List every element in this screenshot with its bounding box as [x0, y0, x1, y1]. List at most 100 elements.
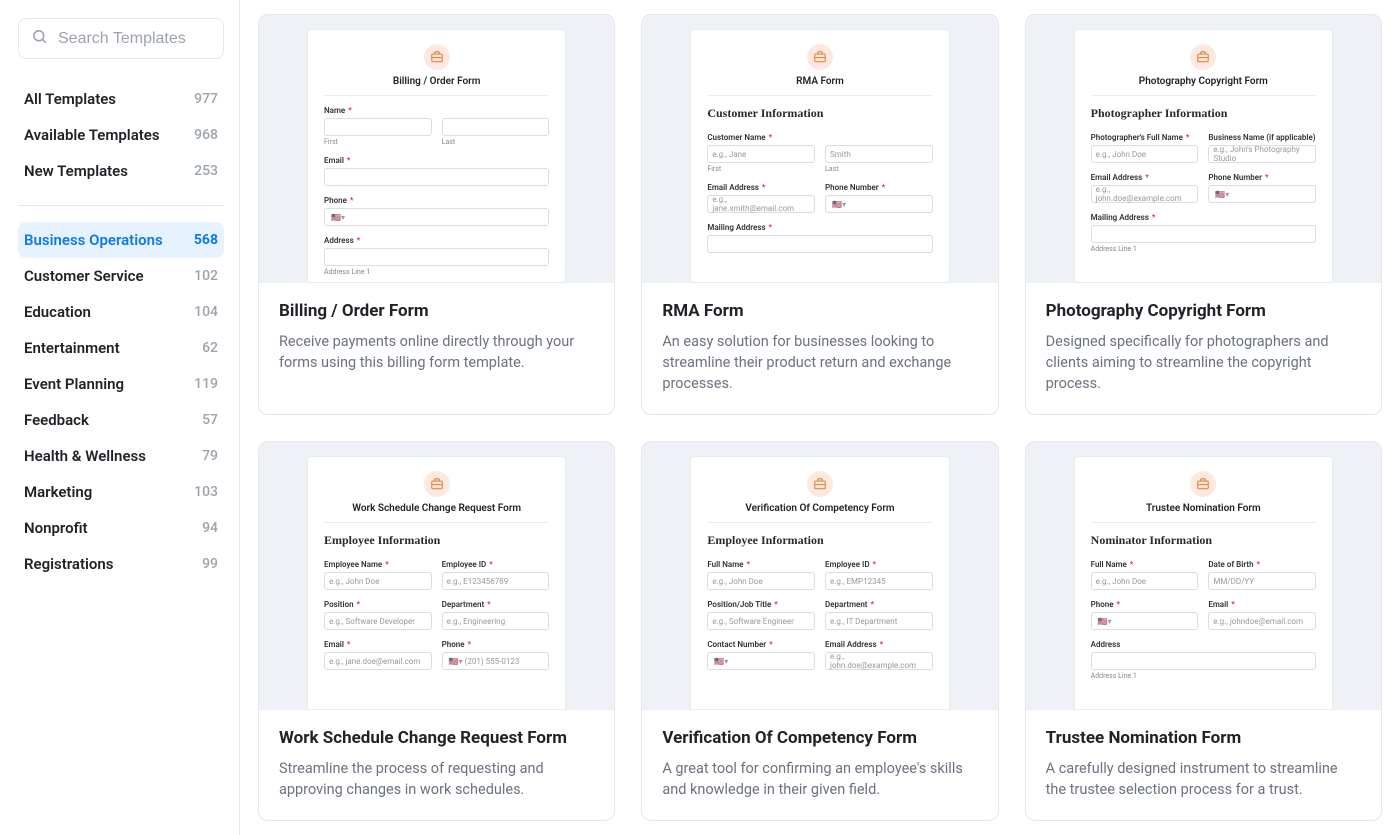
- card-meta: RMA Form An easy solution for businesses …: [642, 283, 997, 414]
- card-description: An easy solution for businesses looking …: [662, 331, 977, 394]
- briefcase-icon: [424, 471, 450, 497]
- briefcase-icon: [1190, 471, 1216, 497]
- card-meta: Verification Of Competency Form A great t…: [642, 710, 997, 820]
- category-label: Nonprofit: [24, 519, 88, 537]
- filter-item[interactable]: Available Templates 968: [18, 117, 224, 153]
- search-input[interactable]: [58, 30, 211, 48]
- preview-section: Photographer Information: [1091, 106, 1316, 121]
- category-count: 99: [202, 556, 218, 572]
- filter-label: Available Templates: [24, 126, 160, 144]
- preview-title: Verification Of Competency Form: [707, 503, 932, 514]
- card-description: A carefully designed instrument to strea…: [1046, 758, 1361, 800]
- template-card[interactable]: Verification Of Competency Form Employee …: [641, 441, 998, 821]
- main-content: Billing / Order FormName *First LastEmai…: [240, 0, 1400, 835]
- card-description: Streamline the process of requesting and…: [279, 758, 594, 800]
- category-item[interactable]: Event Planning 119: [18, 366, 224, 402]
- category-item[interactable]: Health & Wellness 79: [18, 438, 224, 474]
- category-count: 62: [202, 340, 218, 356]
- card-title: Work Schedule Change Request Form: [279, 728, 594, 748]
- form-preview: Billing / Order FormName *First LastEmai…: [307, 29, 566, 283]
- form-preview: Trustee Nomination Form Nominator Informa…: [1074, 456, 1333, 710]
- category-label: Marketing: [24, 483, 92, 501]
- card-description: A great tool for confirming an employee'…: [662, 758, 977, 800]
- card-title: Trustee Nomination Form: [1046, 728, 1361, 748]
- briefcase-icon: [807, 44, 833, 70]
- template-card[interactable]: RMA FormCustomer InformationCustomer Nam…: [641, 14, 998, 415]
- card-meta: Photography Copyright Form Designed speci…: [1026, 283, 1381, 414]
- briefcase-icon: [424, 44, 450, 70]
- category-count: 119: [194, 376, 218, 392]
- category-item[interactable]: Education 104: [18, 294, 224, 330]
- category-label: Business Operations: [24, 231, 163, 249]
- preview-section: Employee Information: [324, 533, 549, 548]
- search-box[interactable]: [18, 18, 224, 59]
- category-label: Feedback: [24, 411, 89, 429]
- form-preview: Work Schedule Change Request Form Employe…: [307, 456, 566, 710]
- template-card[interactable]: Photography Copyright Form Photographer I…: [1025, 14, 1382, 415]
- card-meta: Billing / Order Form Receive payments onl…: [259, 283, 614, 393]
- sidebar: All Templates 977 Available Templates 968 Ne…: [0, 0, 240, 835]
- template-thumbnail: Billing / Order FormName *First LastEmai…: [259, 15, 614, 283]
- preview-title: Billing / Order Form: [324, 76, 549, 87]
- category-count: 94: [202, 520, 218, 536]
- card-title: Photography Copyright Form: [1046, 301, 1361, 321]
- category-item[interactable]: Feedback 57: [18, 402, 224, 438]
- category-count: 568: [194, 232, 218, 248]
- template-card[interactable]: Billing / Order FormName *First LastEmai…: [258, 14, 615, 415]
- card-title: Billing / Order Form: [279, 301, 594, 321]
- preview-title: Work Schedule Change Request Form: [324, 503, 549, 514]
- template-thumbnail: Photography Copyright FormPhotographer I…: [1026, 15, 1381, 283]
- category-item[interactable]: Marketing 103: [18, 474, 224, 510]
- top-filters: All Templates 977 Available Templates 968 Ne…: [18, 81, 224, 189]
- category-item[interactable]: Business Operations 568: [18, 222, 224, 258]
- category-item[interactable]: Registrations 99: [18, 546, 224, 582]
- card-description: Designed specifically for photographers …: [1046, 331, 1361, 394]
- template-thumbnail: Work Schedule Change Request Form Employe…: [259, 442, 614, 710]
- category-count: 103: [194, 484, 218, 500]
- template-thumbnail: RMA FormCustomer InformationCustomer Nam…: [642, 15, 997, 283]
- form-preview: Photography Copyright FormPhotographer I…: [1074, 29, 1333, 283]
- category-label: Health & Wellness: [24, 447, 146, 465]
- category-count: 102: [194, 268, 218, 284]
- category-item[interactable]: Entertainment 62: [18, 330, 224, 366]
- category-count: 57: [202, 412, 218, 428]
- category-list: Business Operations 568 Customer Service 10…: [18, 222, 224, 582]
- preview-section: Customer Information: [707, 106, 932, 121]
- category-label: Customer Service: [24, 267, 144, 285]
- filter-item[interactable]: New Templates 253: [18, 153, 224, 189]
- template-thumbnail: Verification Of Competency Form Employee …: [642, 442, 997, 710]
- category-label: Registrations: [24, 555, 114, 573]
- category-label: Education: [24, 303, 91, 321]
- card-title: Verification Of Competency Form: [662, 728, 977, 748]
- category-count: 104: [194, 304, 218, 320]
- category-item[interactable]: Nonprofit 94: [18, 510, 224, 546]
- filter-label: New Templates: [24, 162, 128, 180]
- card-title: RMA Form: [662, 301, 977, 321]
- category-item[interactable]: Customer Service 102: [18, 258, 224, 294]
- category-count: 79: [202, 448, 218, 464]
- divider: [18, 205, 224, 206]
- briefcase-icon: [1190, 44, 1216, 70]
- category-label: Event Planning: [24, 375, 124, 393]
- preview-section: Employee Information: [707, 533, 932, 548]
- template-grid: Billing / Order FormName *First LastEmai…: [258, 14, 1382, 821]
- template-card[interactable]: Work Schedule Change Request Form Employe…: [258, 441, 615, 821]
- card-meta: Trustee Nomination Form A carefully desig…: [1026, 710, 1381, 820]
- filter-item[interactable]: All Templates 977: [18, 81, 224, 117]
- preview-section: Nominator Information: [1091, 533, 1316, 548]
- briefcase-icon: [807, 471, 833, 497]
- template-thumbnail: Trustee Nomination Form Nominator Informa…: [1026, 442, 1381, 710]
- filter-count: 977: [194, 91, 218, 107]
- category-label: Entertainment: [24, 339, 120, 357]
- preview-title: RMA Form: [707, 76, 932, 87]
- template-card[interactable]: Trustee Nomination Form Nominator Informa…: [1025, 441, 1382, 821]
- card-description: Receive payments online directly through…: [279, 331, 594, 373]
- form-preview: RMA FormCustomer InformationCustomer Nam…: [690, 29, 949, 283]
- form-preview: Verification Of Competency Form Employee …: [690, 456, 949, 710]
- filter-count: 968: [194, 127, 218, 143]
- filter-count: 253: [194, 163, 218, 179]
- card-meta: Work Schedule Change Request Form Streaml…: [259, 710, 614, 820]
- preview-title: Trustee Nomination Form: [1091, 503, 1316, 514]
- search-icon: [31, 28, 48, 49]
- filter-label: All Templates: [24, 90, 116, 108]
